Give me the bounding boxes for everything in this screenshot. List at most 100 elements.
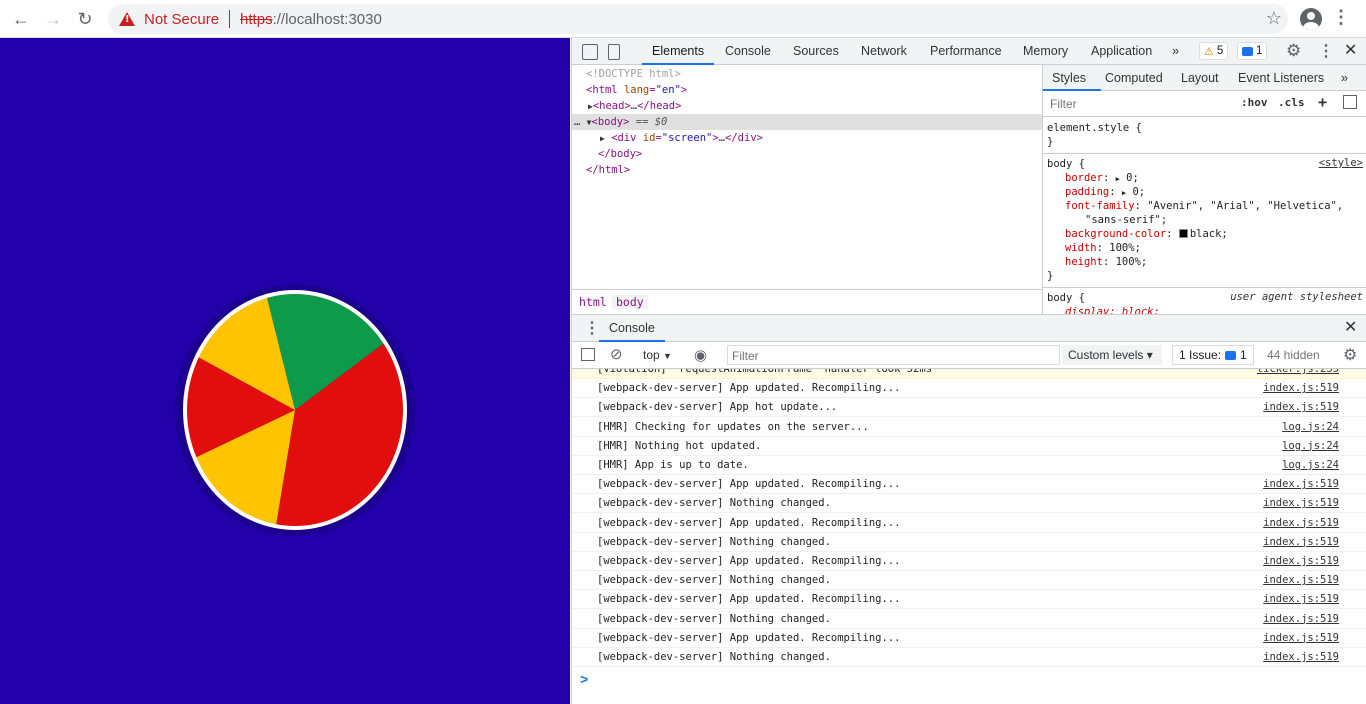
console-source-link[interactable]: index.js:519 — [1263, 648, 1339, 666]
console-source-link[interactable]: log.js:24 — [1282, 437, 1339, 455]
css-prop-border[interactable]: border: ▶ 0; — [1065, 171, 1139, 185]
settings-gear-icon[interactable]: ⚙ — [1286, 41, 1301, 61]
console-message-text: [webpack-dev-server] Nothing changed. — [597, 497, 831, 510]
security-status[interactable]: Not Secure — [144, 11, 219, 28]
divider — [1043, 287, 1366, 288]
tab-console-drawer[interactable]: Console — [609, 321, 655, 335]
styles-filter-input[interactable]: Filter — [1050, 97, 1077, 111]
dom-body-close[interactable]: </body> — [572, 146, 1042, 162]
more-tabs-icon[interactable]: » — [1172, 44, 1179, 58]
dom-html-node[interactable]: <html lang="en"> — [572, 82, 1042, 98]
clear-console-icon[interactable]: ⊘ — [610, 345, 623, 363]
tab-application[interactable]: Application — [1091, 44, 1152, 58]
ua-stylesheet-label: user agent stylesheet — [1230, 291, 1363, 303]
css-prop-width[interactable]: width: 100%; — [1065, 241, 1141, 255]
color-swatch[interactable] — [1178, 229, 1188, 238]
console-source-link[interactable]: index.js:519 — [1263, 610, 1339, 628]
tab-event-listeners[interactable]: Event Listeners — [1238, 71, 1324, 85]
sidebar-toggle-icon[interactable] — [581, 348, 595, 361]
forward-arrow-icon[interactable]: → — [40, 7, 66, 31]
tab-memory[interactable]: Memory — [1023, 44, 1068, 58]
more-tabs-icon[interactable]: » — [1341, 71, 1348, 85]
console-source-link[interactable]: index.js:519 — [1263, 533, 1339, 551]
console-message: [HMR] App is up to date. log.js:24 — [572, 456, 1366, 475]
console-message: [HMR] Checking for updates on the server… — [572, 418, 1366, 437]
console-source-link[interactable]: log.js:24 — [1282, 456, 1339, 474]
console-source-link[interactable]: index.js:519 — [1263, 514, 1339, 532]
browser-menu-icon[interactable]: ⋮ — [1332, 8, 1350, 26]
console-prompt[interactable]: > — [580, 671, 588, 687]
tab-console[interactable]: Console — [725, 44, 771, 58]
tab-sources[interactable]: Sources — [793, 44, 839, 58]
inspect-element-icon[interactable] — [582, 44, 598, 60]
log-levels-dropdown[interactable]: Custom levels ▾ — [1062, 345, 1162, 365]
console-message-text: [webpack-dev-server] Nothing changed. — [597, 535, 831, 548]
rule-source-link[interactable]: <style> — [1319, 157, 1363, 169]
console-message: [HMR] Nothing hot updated. log.js:24 — [572, 437, 1366, 456]
dom-body-node[interactable]: … ▼<body> == $0 — [572, 114, 1042, 130]
console-message-text: [webpack-dev-server] Nothing changed. — [597, 574, 831, 587]
dom-html-close[interactable]: </html> — [572, 162, 1042, 178]
console-message: [webpack-dev-server] App updated. Recomp… — [572, 475, 1366, 495]
address-bar[interactable]: Not Secure https ://localhost:3030 — [108, 4, 1288, 34]
console-source-link[interactable]: log.js:24 — [1282, 418, 1339, 436]
tab-elements[interactable]: Elements — [652, 44, 704, 58]
console-source-link[interactable]: index.js:519 — [1263, 494, 1339, 512]
tab-styles[interactable]: Styles — [1052, 71, 1086, 85]
breadcrumb-html[interactable]: html — [579, 295, 607, 309]
back-arrow-icon[interactable]: ← — [8, 7, 34, 31]
console-message: [webpack-dev-server] App updated. Recomp… — [572, 379, 1366, 399]
css-prop-padding[interactable]: padding: ▶ 0; — [1065, 185, 1145, 199]
console-settings-gear-icon[interactable]: ⚙ — [1343, 345, 1357, 365]
live-expression-eye-icon[interactable]: ◉ — [694, 346, 707, 364]
console-source-link[interactable]: ticker.js:235 — [1257, 369, 1339, 378]
issue-count: 1 — [1240, 348, 1247, 362]
class-toggle-button[interactable]: .cls — [1278, 96, 1305, 109]
url-host: ://localhost:3030 — [272, 10, 382, 28]
warnings-badge[interactable]: ⚠ 5 — [1199, 42, 1229, 60]
device-toolbar-icon[interactable] — [608, 44, 620, 60]
element-style-selector: element.style { — [1047, 122, 1142, 134]
tab-layout[interactable]: Layout — [1181, 71, 1219, 85]
dom-doctype[interactable]: <!DOCTYPE html> — [572, 66, 1042, 82]
console-source-link[interactable]: index.js:519 — [1263, 629, 1339, 647]
console-filter-input[interactable]: Filter — [727, 345, 1060, 365]
tab-performance[interactable]: Performance — [930, 44, 1002, 58]
console-source-link[interactable]: index.js:519 — [1263, 379, 1339, 397]
close-drawer-icon[interactable]: ✕ — [1344, 320, 1357, 336]
profile-avatar-icon[interactable] — [1300, 8, 1322, 30]
dom-div-screen-node[interactable]: ▶ <div id="screen">…</div> — [572, 130, 1042, 146]
pie-graphic[interactable] — [160, 246, 420, 546]
hover-state-button[interactable]: :hov — [1241, 96, 1268, 109]
console-message-text: [HMR] Nothing hot updated. — [597, 439, 762, 452]
console-message: [webpack-dev-server] Nothing changed. ind… — [572, 533, 1366, 552]
close-devtools-icon[interactable]: ✕ — [1344, 43, 1357, 59]
breadcrumb-body[interactable]: body — [612, 295, 648, 309]
console-message: [webpack-dev-server] Nothing changed. ind… — [572, 610, 1366, 629]
devtools-panel: Elements Console Sources Network Perform… — [571, 38, 1366, 704]
css-prop-background-color[interactable]: background-color: black; — [1065, 227, 1228, 241]
toggle-sidebar-icon[interactable] — [1343, 95, 1357, 109]
warning-icon[interactable] — [119, 12, 135, 26]
console-source-link[interactable]: index.js:519 — [1263, 590, 1339, 608]
drawer-menu-icon[interactable]: ⋮ — [584, 318, 600, 338]
console-source-link[interactable]: index.js:519 — [1263, 571, 1339, 589]
bookmark-star-icon[interactable]: ☆ — [1266, 8, 1282, 29]
css-prop-font-family[interactable]: font-family: "Avenir", "Arial", "Helveti… — [1065, 199, 1343, 213]
tab-computed[interactable]: Computed — [1105, 71, 1163, 85]
console-source-link[interactable]: index.js:519 — [1263, 475, 1339, 493]
context-selector[interactable]: top ▼ — [643, 348, 672, 362]
css-prop-height[interactable]: height: 100%; — [1065, 255, 1147, 269]
console-source-link[interactable]: index.js:519 — [1263, 552, 1339, 570]
tab-network[interactable]: Network — [861, 44, 907, 58]
issues-button[interactable]: 1 Issue: 1 — [1172, 345, 1254, 365]
console-message-text: [webpack-dev-server] App updated. Recomp… — [597, 516, 901, 529]
console-message-text: [Violation] 'requestAnimationFrame' hand… — [597, 369, 933, 375]
new-rule-plus-icon[interactable]: + — [1318, 93, 1327, 111]
console-source-link[interactable]: index.js:519 — [1263, 398, 1339, 416]
divider — [229, 10, 231, 28]
messages-badge[interactable]: 1 — [1237, 42, 1268, 60]
dom-head-node[interactable]: ▶<head>…</head> — [572, 98, 1042, 114]
reload-icon[interactable]: ↻ — [72, 7, 98, 31]
devtools-menu-icon[interactable]: ⋮ — [1318, 41, 1334, 61]
